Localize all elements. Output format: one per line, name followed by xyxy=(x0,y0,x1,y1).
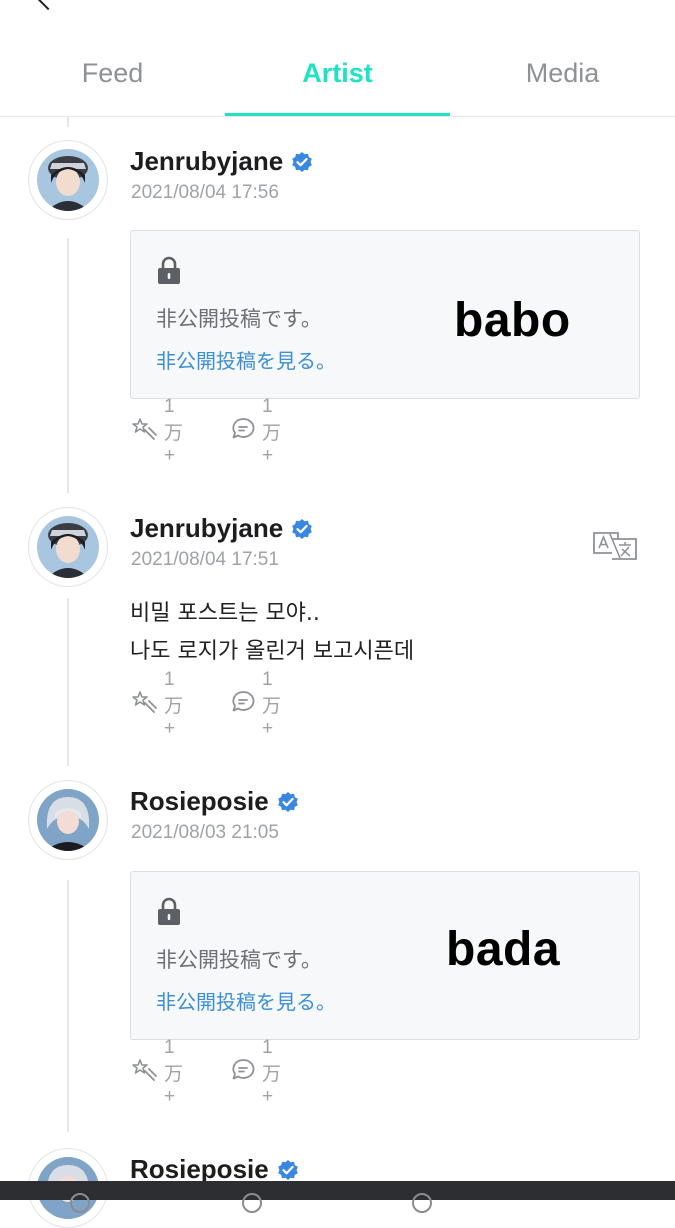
author-name[interactable]: Rosieposie xyxy=(130,786,299,817)
like-icon xyxy=(130,416,158,446)
post-timestamp: 2021/08/03 21:05 xyxy=(131,822,279,843)
tab-bar: Feed Artist Media xyxy=(0,38,675,117)
locked-post-card[interactable]: 非公開投稿です。 非公開投稿を見る。 babo xyxy=(130,230,640,399)
verified-badge-icon xyxy=(277,1157,299,1181)
overlay-text: babo xyxy=(454,294,571,347)
like-button[interactable]: 1万+ xyxy=(130,1037,183,1107)
comment-count: 1万+ xyxy=(262,668,282,739)
comment-button[interactable]: 1万+ xyxy=(230,1037,281,1107)
lock-icon xyxy=(156,255,182,289)
verified-badge-icon xyxy=(291,516,313,540)
notification-icon[interactable] xyxy=(412,1193,432,1213)
back-chevron-icon[interactable] xyxy=(33,0,63,11)
post-body: 비밀 포스트는 모야.. 나도 로지가 올린거 보고시픈데 xyxy=(130,595,414,671)
comment-count: 1万+ xyxy=(262,395,282,466)
like-button[interactable]: 1万+ xyxy=(130,669,183,739)
like-icon xyxy=(130,1057,158,1087)
home-icon[interactable] xyxy=(70,1193,90,1213)
like-count: 1万+ xyxy=(164,668,184,739)
post-item[interactable]: Jenrubyjane 2021/08/04 17:51 비밀 포스트는 모야.… xyxy=(0,507,675,739)
lock-icon xyxy=(156,896,182,930)
translate-icon[interactable] xyxy=(592,531,638,565)
author-name[interactable]: Jenrubyjane xyxy=(130,513,313,544)
post-text-line: 나도 로지가 올린거 보고시픈데 xyxy=(130,639,415,664)
avatar-image xyxy=(37,516,99,578)
view-locked-post-link[interactable]: 非公開投稿を見る。 xyxy=(156,986,336,1015)
post-text-line: 비밀 포스트는 모야.. xyxy=(130,601,320,626)
like-count: 1万+ xyxy=(164,1036,184,1107)
bottom-navigation-bar xyxy=(0,1181,675,1213)
verified-badge-icon xyxy=(277,789,299,813)
tab-feed[interactable]: Feed xyxy=(0,38,225,116)
author-name-text: Rosieposie xyxy=(130,786,269,816)
comment-button[interactable]: 1万+ xyxy=(230,396,281,466)
avatar-image xyxy=(37,789,99,851)
author-name[interactable]: Jenrubyjane xyxy=(130,146,313,177)
avatar-image xyxy=(37,149,99,211)
overlay-text: bada xyxy=(446,923,561,976)
tab-media[interactable]: Media xyxy=(450,38,675,116)
comment-icon xyxy=(230,689,256,719)
avatar[interactable] xyxy=(28,507,108,587)
comment-button[interactable]: 1万+ xyxy=(230,669,281,739)
avatar[interactable] xyxy=(28,140,108,220)
post-timestamp: 2021/08/04 17:51 xyxy=(131,549,279,570)
post-timestamp: 2021/08/04 17:56 xyxy=(131,182,279,203)
like-button[interactable]: 1万+ xyxy=(130,396,183,466)
discover-icon[interactable] xyxy=(242,1193,262,1213)
tab-artist[interactable]: Artist xyxy=(225,38,450,116)
like-icon xyxy=(130,689,158,719)
comment-icon xyxy=(230,416,256,446)
locked-post-message: 非公開投稿です。 xyxy=(156,948,322,972)
timeline-line xyxy=(67,117,69,127)
locked-post-card[interactable]: 非公開投稿です。 非公開投稿を見る。 bada xyxy=(130,871,640,1040)
post-item[interactable]: Jenrubyjane 2021/08/04 17:56 非公開投稿です。 非公… xyxy=(0,140,675,466)
active-tab-indicator xyxy=(225,113,450,116)
like-count: 1万+ xyxy=(164,395,184,466)
comment-icon xyxy=(230,1057,256,1087)
author-name-text: Jenrubyjane xyxy=(130,513,284,543)
locked-post-message: 非公開投稿です。 xyxy=(156,307,322,331)
author-name-text: Jenrubyjane xyxy=(130,146,284,176)
author-name-text: Rosieposie xyxy=(130,1154,269,1184)
post-item[interactable]: Rosieposie 2021/08/03 21:05 非公開投稿です。 非公開… xyxy=(0,780,675,1107)
avatar[interactable] xyxy=(28,780,108,860)
verified-badge-icon xyxy=(291,149,313,173)
view-locked-post-link[interactable]: 非公開投稿を見る。 xyxy=(156,345,336,374)
comment-count: 1万+ xyxy=(262,1036,282,1107)
